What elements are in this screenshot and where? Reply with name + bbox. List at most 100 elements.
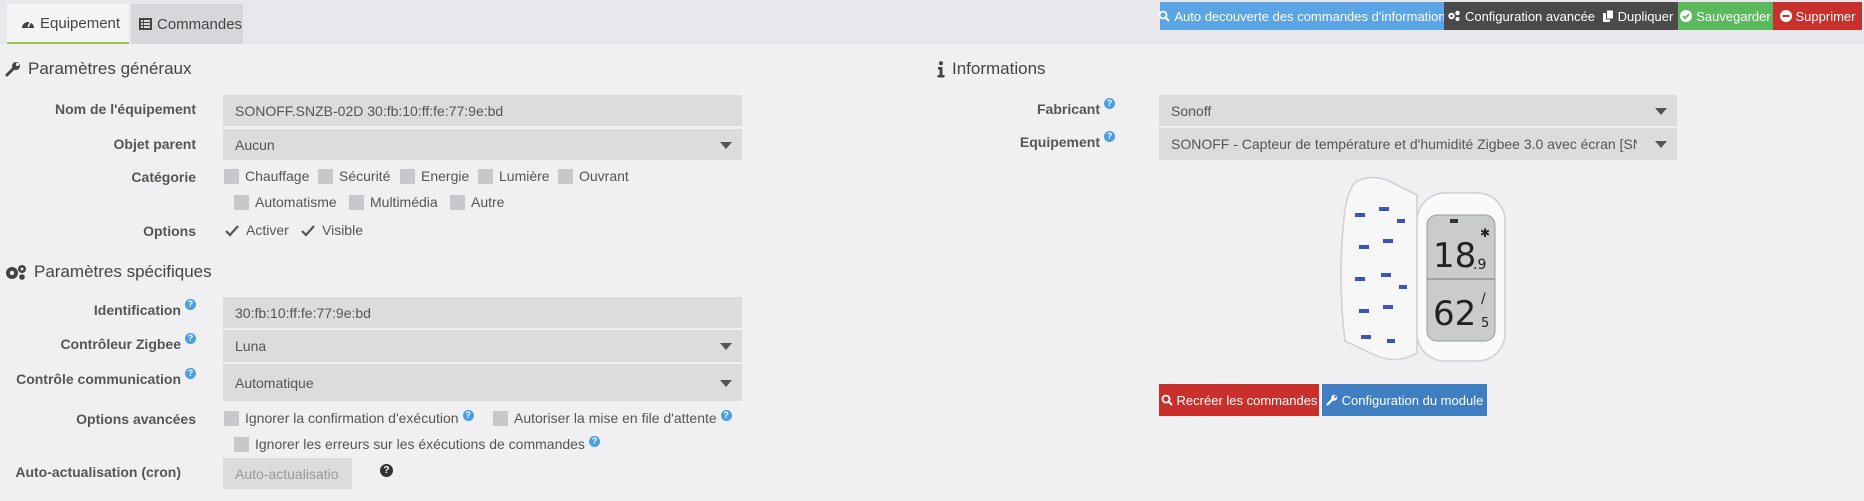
checkbox-box[interactable] xyxy=(493,410,508,426)
category-checkbox[interactable]: Sécurité xyxy=(318,168,390,184)
ignore-confirmation-checkbox[interactable]: Ignorer la confirmation d'exécution? xyxy=(224,409,474,426)
chevron-down-icon xyxy=(1655,141,1667,148)
tab-commands-label: Commandes xyxy=(157,15,243,33)
manufacturer-select-value: Sonoff xyxy=(1171,102,1212,119)
category-label-text: Energie xyxy=(421,168,470,184)
category-label-text: Sécurité xyxy=(339,168,391,184)
communication-select[interactable]: Automatique xyxy=(223,364,742,401)
module-config-label: Configuration du module xyxy=(1341,392,1484,408)
help-icon[interactable]: ? xyxy=(1104,131,1115,142)
copy-icon xyxy=(1602,10,1614,22)
visible-checkbox[interactable]: Visible xyxy=(300,222,363,238)
chevron-down-icon xyxy=(720,379,732,387)
category-label-text: Ouvrant xyxy=(579,168,629,184)
minus-circle-icon xyxy=(1779,10,1792,22)
tab-commands[interactable]: Commandes xyxy=(131,4,243,44)
help-icon[interactable]: ? xyxy=(462,409,474,421)
module-config-button[interactable]: Configuration du module xyxy=(1322,384,1487,416)
delete-button[interactable]: Supprimer xyxy=(1773,2,1862,30)
temperature-decimal: .9 xyxy=(1473,257,1486,273)
identification-input[interactable]: 30:fb:10:ff:fe:77:9e:bd xyxy=(223,297,742,328)
ignore-errors-checkbox[interactable]: Ignorer les erreurs sur les éxécutions d… xyxy=(234,435,600,452)
general-params-title-text: Paramètres généraux xyxy=(28,59,192,78)
checkbox-box[interactable] xyxy=(224,410,239,426)
manufacturer-select[interactable]: Sonoff xyxy=(1159,95,1677,126)
category-checkbox[interactable]: Chauffage xyxy=(224,168,309,184)
ignore-confirmation-label: Ignorer la confirmation d'exécution xyxy=(245,410,459,426)
controller-label-text: Contrôleur Zigbee xyxy=(60,336,181,352)
category-label-text: Multimédia xyxy=(370,194,438,210)
category-label: Catégorie xyxy=(131,169,196,185)
help-icon[interactable]: ? xyxy=(720,409,732,421)
checkbox-box[interactable] xyxy=(400,168,415,184)
category-label-text: Automatisme xyxy=(255,194,337,210)
percent-sign: / xyxy=(1481,291,1486,307)
search-icon xyxy=(1158,10,1171,22)
enable-checkbox[interactable]: Activer xyxy=(224,222,289,238)
category-checkbox[interactable]: Energie xyxy=(400,168,469,184)
help-icon[interactable]: ? xyxy=(380,464,393,477)
category-checkbox[interactable]: Ouvrant xyxy=(558,168,629,184)
identification-label: Identification? xyxy=(0,299,196,318)
snowflake-icon: ✱ xyxy=(1480,226,1490,240)
wrench-icon xyxy=(5,62,20,77)
chevron-down-icon xyxy=(1655,107,1667,115)
checkbox-box[interactable] xyxy=(349,194,364,210)
advanced-options-label: Options avancées xyxy=(76,411,196,427)
controller-select[interactable]: Luna xyxy=(223,330,742,362)
dashboard-icon xyxy=(22,20,34,28)
controller-select-value: Luna xyxy=(235,338,267,354)
name-input[interactable]: SONOFF.SNZB-02D 30:fb:10:ff:fe:77:9e:bd xyxy=(223,95,742,126)
checkbox-box[interactable] xyxy=(478,168,493,184)
equipment-select-value: SONOFF - Capteur de température et d'hum… xyxy=(1171,136,1637,152)
duplicate-button[interactable]: Dupliquer xyxy=(1598,2,1678,30)
advanced-config-button[interactable]: Configuration avancée xyxy=(1444,2,1598,30)
checkbox-box[interactable] xyxy=(318,168,333,184)
allow-queue-checkbox[interactable]: Autoriser la mise en file d'attente? xyxy=(493,409,732,426)
help-icon[interactable]: ? xyxy=(185,299,196,310)
delete-label: Supprimer xyxy=(1795,8,1856,24)
adhesive-pad xyxy=(1340,176,1418,361)
help-icon[interactable]: ? xyxy=(185,333,196,344)
communication-label: Contrôle communication? xyxy=(0,368,196,387)
manufacturer-label-text: Fabricant xyxy=(1036,101,1100,117)
duplicate-label: Dupliquer xyxy=(1617,8,1674,24)
category-checkbox[interactable]: Automatisme xyxy=(234,194,337,210)
autodiscover-label: Auto decouverte des commandes d'informat… xyxy=(1174,8,1446,24)
equipment-select[interactable]: SONOFF - Capteur de température et d'hum… xyxy=(1159,128,1677,160)
cron-input[interactable]: Auto-actualisatio xyxy=(223,458,352,489)
autodiscover-button[interactable]: Auto decouverte des commandes d'informat… xyxy=(1158,2,1446,30)
info-title-text: Informations xyxy=(952,59,1046,78)
humidity-reading: 62 xyxy=(1433,294,1476,334)
recreate-commands-button[interactable]: Recréer les commandes xyxy=(1159,384,1319,416)
temperature-reading: 18 xyxy=(1433,236,1476,276)
category-checkbox[interactable]: Autre xyxy=(450,194,504,210)
checkmark-icon[interactable] xyxy=(224,223,240,238)
humidity-sub: 5 xyxy=(1481,316,1489,331)
checkbox-box[interactable] xyxy=(224,168,239,184)
help-icon[interactable]: ? xyxy=(185,368,196,379)
checkbox-box[interactable] xyxy=(450,194,465,210)
help-icon[interactable]: ? xyxy=(588,435,600,447)
general-params-title: Paramètres généraux xyxy=(5,59,191,79)
communication-select-value: Automatique xyxy=(235,374,314,391)
options-label: Options xyxy=(143,223,196,239)
save-button[interactable]: Sauvegarder xyxy=(1678,2,1773,30)
device-image: 18 .9 ✱ 62 5 / xyxy=(1340,176,1506,362)
parent-select[interactable]: Aucun xyxy=(223,129,742,160)
sensor-body: 18 .9 ✱ 62 5 / xyxy=(1416,192,1506,362)
tab-equipment-label: Equipement xyxy=(40,14,121,32)
tab-equipment[interactable]: Equipement xyxy=(7,4,129,44)
checkbox-box[interactable] xyxy=(234,194,249,210)
checkmark-icon[interactable] xyxy=(300,223,316,238)
gears-icon xyxy=(6,265,26,280)
checkbox-box[interactable] xyxy=(558,168,573,184)
category-checkbox[interactable]: Lumière xyxy=(478,168,550,184)
help-icon[interactable]: ? xyxy=(1104,98,1115,109)
category-checkbox[interactable]: Multimédia xyxy=(349,194,438,210)
visible-label: Visible xyxy=(322,222,363,238)
category-label-text: Autre xyxy=(471,194,505,210)
checkbox-box[interactable] xyxy=(234,436,249,452)
search-icon xyxy=(1161,394,1173,406)
cron-label: Auto-actualisation (cron) xyxy=(15,464,181,480)
